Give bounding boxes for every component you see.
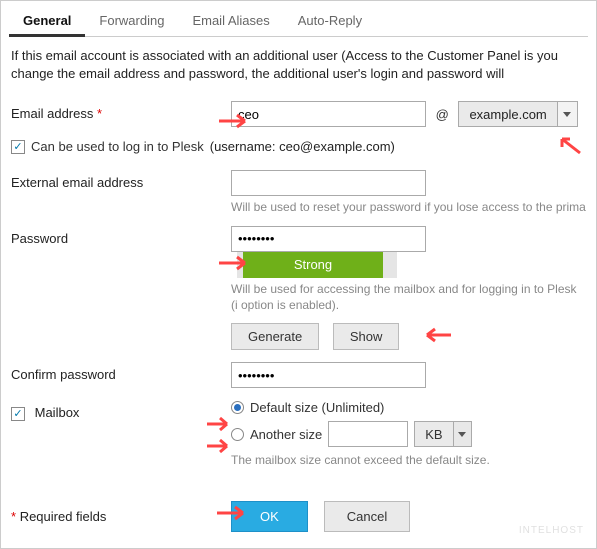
tabs: General Forwarding Email Aliases Auto-Re… [9, 7, 588, 37]
domain-value: example.com [459, 107, 556, 122]
tab-auto-reply[interactable]: Auto-Reply [284, 7, 376, 36]
hint-password: Will be used for accessing the mailbox a… [231, 282, 586, 313]
intro-text: If this email account is associated with… [11, 47, 586, 83]
radio-another-label: Another size [250, 427, 322, 442]
cancel-button[interactable]: Cancel [324, 501, 410, 532]
watermark: INTELHOST [519, 525, 584, 536]
required-note: * Required fields [11, 509, 231, 524]
size-unit-select[interactable]: KB [414, 421, 471, 447]
radio-default-label: Default size (Unlimited) [250, 400, 384, 415]
ok-button[interactable]: OK [231, 501, 308, 532]
chevron-down-icon [563, 112, 571, 117]
radio-another-size[interactable] [231, 428, 244, 441]
label-password: Password [11, 226, 231, 246]
email-local-input[interactable] [231, 101, 426, 127]
tab-email-aliases[interactable]: Email Aliases [178, 7, 283, 36]
tab-forwarding[interactable]: Forwarding [85, 7, 178, 36]
login-username: (username: ceo@example.com) [210, 139, 395, 154]
password-input[interactable] [231, 226, 426, 252]
label-email: Email address * [11, 101, 231, 121]
external-email-input[interactable] [231, 170, 426, 196]
size-unit-value: KB [415, 427, 452, 442]
tab-general[interactable]: General [9, 7, 85, 37]
hint-external: Will be used to reset your password if y… [231, 200, 586, 216]
show-button[interactable]: Show [333, 323, 400, 350]
size-unit-dropdown-button[interactable] [453, 422, 471, 446]
can-login-checkbox[interactable]: ✓ [11, 140, 25, 154]
domain-select[interactable]: example.com [458, 101, 577, 127]
label-mailbox: ✓ Mailbox [11, 400, 231, 421]
strength-value: Strong [243, 252, 383, 278]
domain-dropdown-button[interactable] [557, 102, 577, 126]
generate-button[interactable]: Generate [231, 323, 319, 350]
at-symbol: @ [436, 103, 449, 122]
label-can-login: Can be used to log in to Plesk [31, 139, 204, 154]
confirm-password-input[interactable] [231, 362, 426, 388]
hint-mailbox: The mailbox size cannot exceed the defau… [231, 453, 586, 469]
label-confirm-password: Confirm password [11, 362, 231, 382]
size-input[interactable] [328, 421, 408, 447]
mailbox-checkbox[interactable]: ✓ [11, 407, 25, 421]
strength-meter: Strong [237, 252, 397, 278]
radio-default-size[interactable] [231, 401, 244, 414]
chevron-down-icon [458, 432, 466, 437]
label-external-email: External email address [11, 170, 231, 190]
